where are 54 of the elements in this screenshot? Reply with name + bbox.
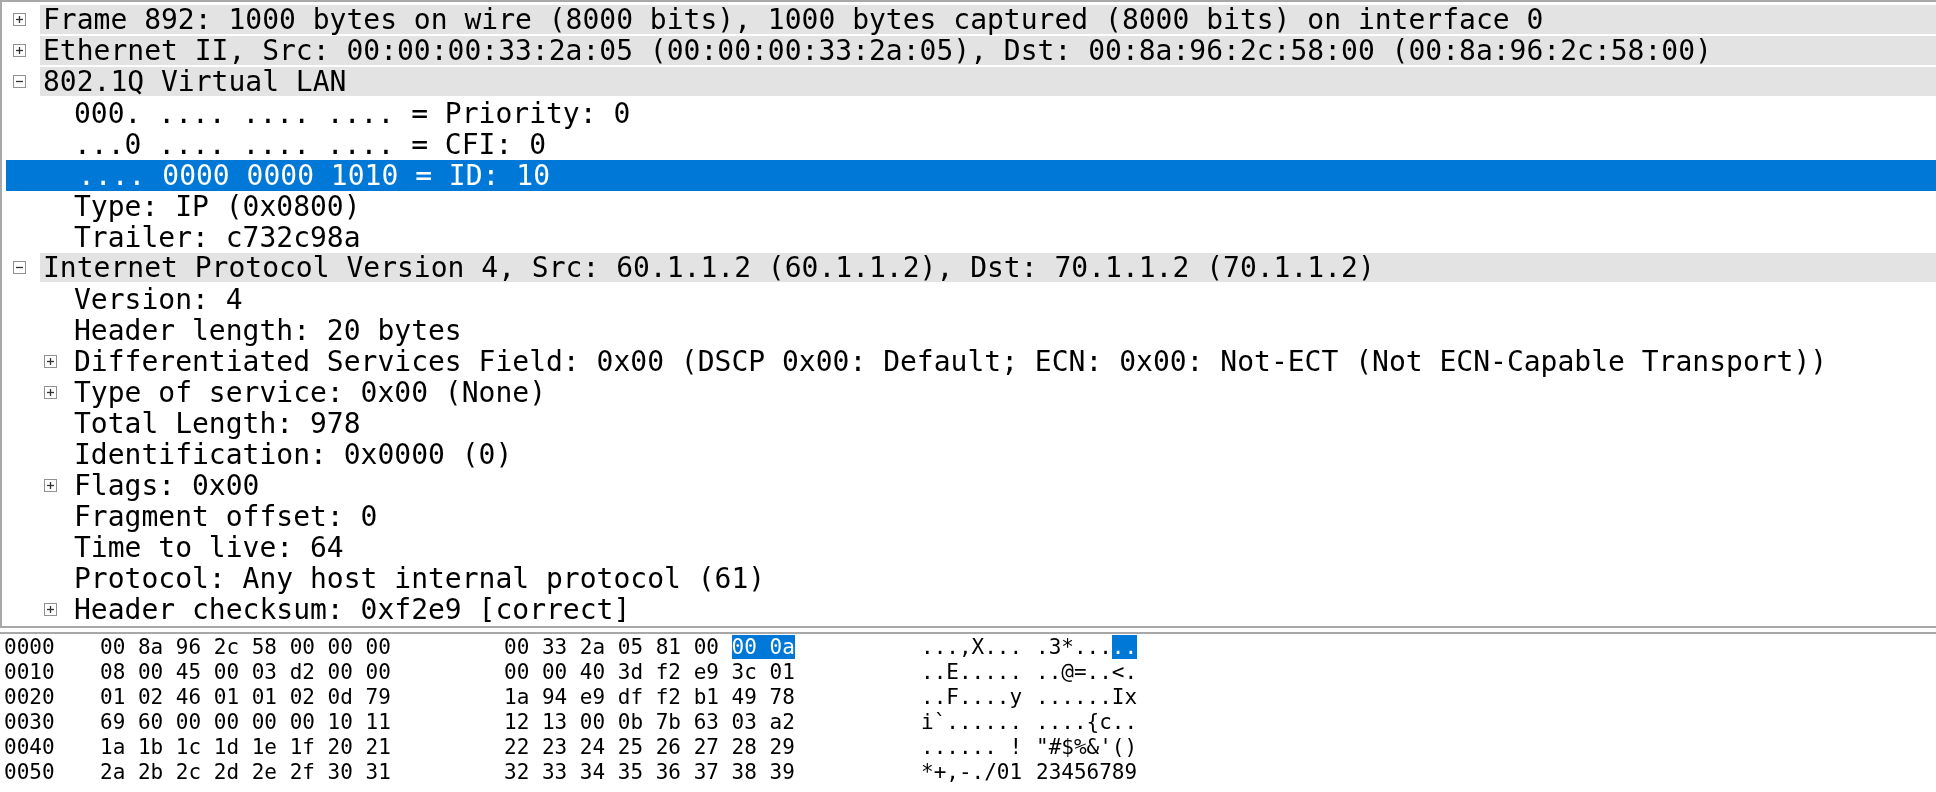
tree-item[interactable]: Trailer: c732c98a	[2, 222, 1936, 253]
tree-item[interactable]: .... 0000 0000 1010 = ID: 10	[6, 160, 1936, 191]
tree-item[interactable]: Fragment offset: 0	[2, 501, 1936, 532]
tree-item[interactable]: Identification: 0x0000 (0)	[2, 439, 1936, 470]
ascii-text: "#$%&'()	[1036, 735, 1138, 760]
hex-bytes: 1a 1b 1c 1d 1e 1f 20 21	[100, 735, 391, 760]
hex-bytes: 01 02 46 01 01 02 0d 79	[100, 685, 391, 710]
expand-icon[interactable]	[13, 13, 26, 26]
expand-icon[interactable]	[44, 386, 57, 399]
tree-item[interactable]: ...0 .... .... .... = CFI: 0	[2, 129, 1936, 160]
hex-bytes: 2a 2b 2c 2d 2e 2f 30 31	[100, 760, 391, 785]
ascii-text: ..E.....	[921, 660, 1023, 685]
tree-item[interactable]: Time to live: 64	[2, 532, 1936, 563]
ascii-text: ...... !	[921, 735, 1023, 760]
tree-item[interactable]: Type of service: 0x00 (None)	[2, 377, 1936, 408]
hex-bytes: 00 8a 96 2c 58 00 00 00	[100, 635, 391, 660]
offset-text: 0000	[4, 635, 55, 660]
hex-bytes: 08 00 45 00 03 d2 00 00	[100, 660, 391, 685]
ascii-text: i`......	[921, 710, 1023, 735]
expand-icon[interactable]	[44, 355, 57, 368]
tree-item[interactable]: Differentiated Services Field: 0x00 (DSCP 0x00: Default; ECN: 0x00: Not-ECT (Not ECN-Capable Transport))	[2, 346, 1936, 377]
tree-item[interactable]: Version: 4	[2, 284, 1936, 315]
collapse-icon[interactable]	[13, 75, 26, 88]
hex-bytes: 00 00 40 3d f2 e9 3c 01	[504, 660, 795, 685]
hex-bytes: 12 13 00 0b 7b 63 03 a2	[504, 710, 795, 735]
tree-item[interactable]: Flags: 0x00	[2, 470, 1936, 501]
hex-bytes: 00 33 2a 05 81 00 00 0a	[504, 635, 795, 660]
ascii-text: ....{c..	[1036, 710, 1138, 735]
ascii-text: ..@=..<.	[1036, 660, 1138, 685]
collapse-icon[interactable]	[13, 261, 26, 274]
tree-item[interactable]: 000. .... .... .... = Priority: 0	[2, 98, 1936, 129]
offset-text: 0010	[4, 660, 55, 685]
tree-item[interactable]: Protocol: Any host internal protocol (61)	[2, 563, 1936, 594]
expand-icon[interactable]	[13, 44, 26, 57]
hex-bytes: 32 33 34 35 36 37 38 39	[504, 760, 795, 785]
hex-bytes: 22 23 24 25 26 27 28 29	[504, 735, 795, 760]
expand-icon[interactable]	[44, 603, 57, 616]
offset-text: 0040	[4, 735, 55, 760]
tree-item[interactable]: Type: IP (0x0800)	[2, 191, 1936, 222]
tree-item[interactable]: Header length: 20 bytes	[2, 315, 1936, 346]
expand-icon[interactable]	[44, 479, 57, 492]
ascii-text: .3*.....	[1036, 635, 1138, 660]
offset-text: 0050	[4, 760, 55, 785]
tree-item[interactable]: Total Length: 978	[2, 408, 1936, 439]
ascii-text: 23456789	[1036, 760, 1138, 785]
offset-text: 0020	[4, 685, 55, 710]
hex-bytes: 69 60 00 00 00 00 10 11	[100, 710, 391, 735]
ascii-text: *+,-./01	[921, 760, 1023, 785]
tree-item[interactable]: Header checksum: 0xf2e9 [correct]	[2, 594, 1936, 625]
ascii-text: ..F....y	[921, 685, 1023, 710]
ascii-text: ......Ix	[1036, 685, 1138, 710]
offset-text: 0030	[4, 710, 55, 735]
hex-bytes: 1a 94 e9 df f2 b1 49 78	[504, 685, 795, 710]
ascii-text: ...,X...	[921, 635, 1023, 660]
